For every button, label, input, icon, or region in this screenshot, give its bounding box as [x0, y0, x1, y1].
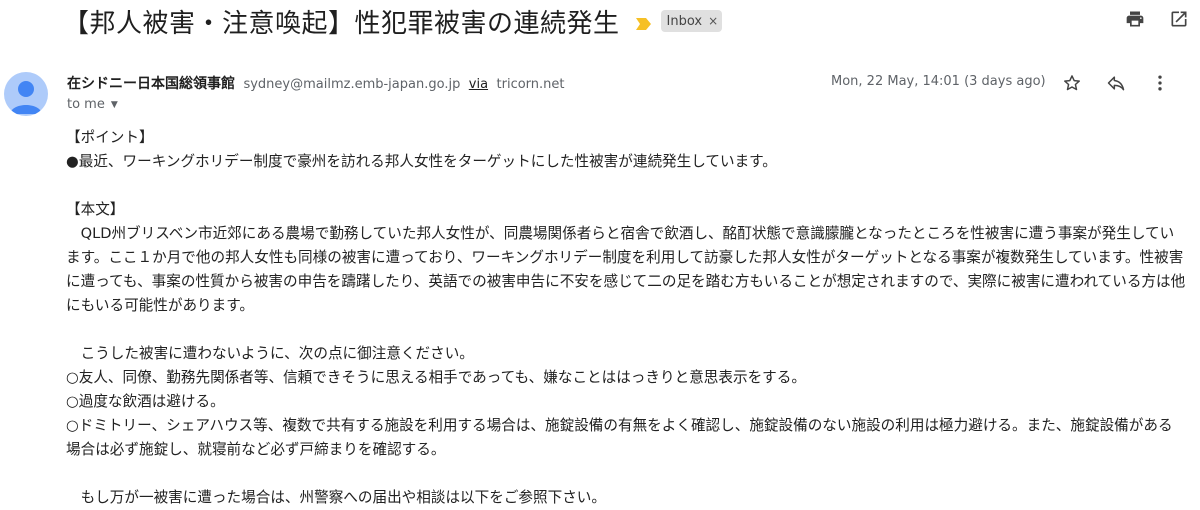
email-subject: 【邦人被害・注意喚起】性犯罪被害の連続発生 Inbox ×: [63, 4, 723, 39]
avatar-icon: [10, 81, 42, 114]
message-date: Mon, 22 May, 14:01 (3 days ago): [831, 74, 1046, 89]
open-in-new-window-icon[interactable]: [1168, 8, 1190, 30]
caution-intro: こうした被害に遭わないように、次の点に御注意ください。: [66, 345, 474, 362]
relay-domain: tricorn.net: [496, 77, 565, 92]
sender-email: sydney@mailmz.emb-japan.go.jp: [243, 77, 461, 92]
recipient-details-toggle[interactable]: to me ▼: [67, 97, 118, 112]
point-item: ●最近、ワーキングホリデー制度で豪州を訪れる邦人女性をターゲットにした性被害が連…: [66, 153, 777, 170]
main-heading: 【本文】: [66, 201, 125, 218]
remove-label-button[interactable]: ×: [708, 14, 718, 28]
importance-marker-icon[interactable]: [635, 15, 651, 30]
chevron-down-icon: ▼: [110, 99, 118, 110]
caution-item: ○ドミトリー、シェアハウス等、複数で共有する施設を利用する場合は、施錠設備の有無…: [66, 417, 1173, 458]
reply-icon[interactable]: [1105, 72, 1127, 94]
sender-line: 在シドニー日本国総領事館 sydney@mailmz.emb-japan.go.…: [67, 73, 565, 93]
more-vert-icon[interactable]: [1149, 72, 1171, 94]
main-paragraph: QLD州ブリスベン市近郊にある農場で勤務していた邦人女性が、同農場関係者らと宿舎…: [66, 225, 1186, 314]
recipient-label: to me: [67, 97, 105, 112]
print-icon[interactable]: [1124, 8, 1146, 30]
inbox-label-chip: Inbox ×: [660, 10, 723, 32]
subject-title: 【邦人被害・注意喚起】性犯罪被害の連続発生: [63, 8, 620, 39]
message-body: 【ポイント】 ●最近、ワーキングホリデー制度で豪州を訪れる邦人女性をターゲットに…: [66, 126, 1186, 510]
point-heading: 【ポイント】: [66, 129, 154, 146]
closing-paragraph: もし万が一被害に遭った場合は、州警察への届出や相談は以下をご参照下さい。: [66, 489, 606, 506]
sender-name[interactable]: 在シドニー日本国総領事館: [67, 76, 235, 92]
caution-item: ○友人、同僚、勤務先関係者等、信頼できそうに思える相手であっても、嫌なことははっ…: [66, 369, 806, 386]
caution-item: ○過度な飲酒は避ける。: [66, 393, 225, 410]
via-link[interactable]: via: [469, 77, 488, 92]
message-actions: [1061, 72, 1171, 94]
sender-avatar[interactable]: [4, 72, 48, 116]
thread-toolbar: [1124, 8, 1190, 30]
star-icon[interactable]: [1061, 72, 1083, 94]
label-text: Inbox: [666, 13, 703, 29]
